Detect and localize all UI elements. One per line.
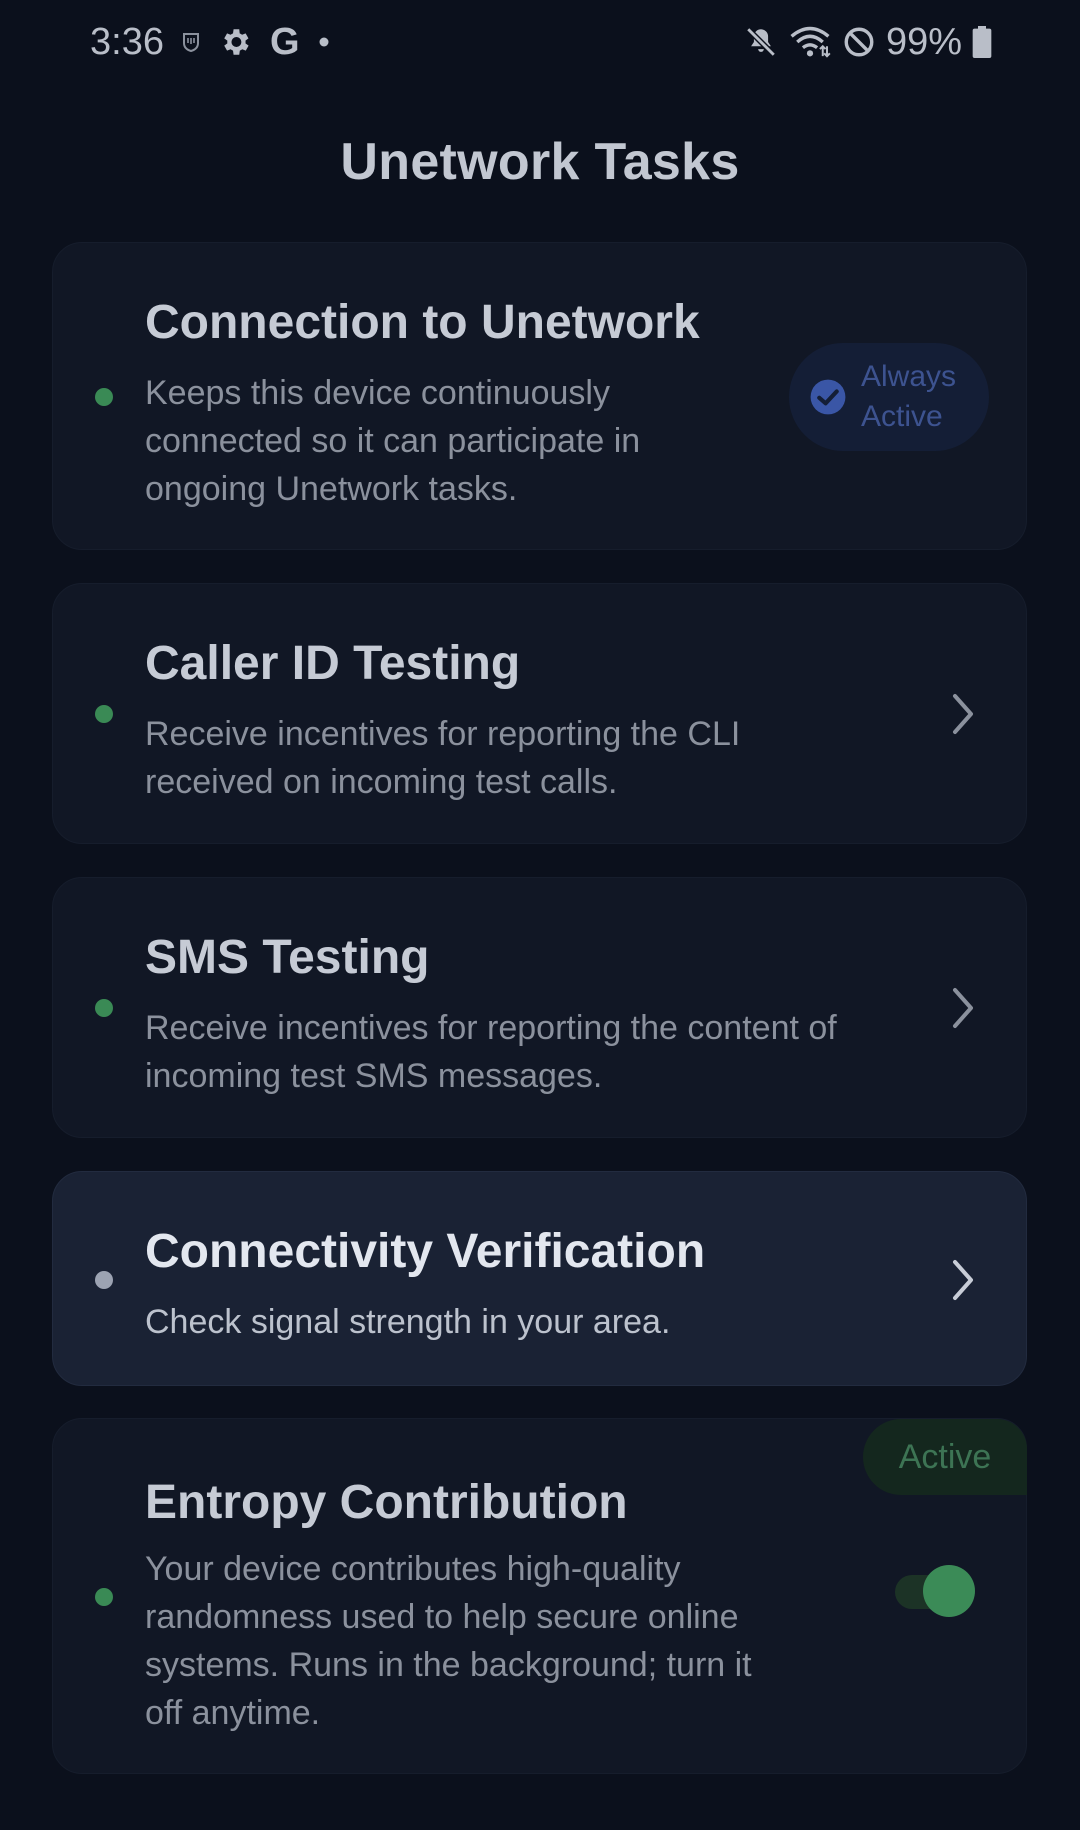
status-dot — [95, 1271, 113, 1289]
google-g-icon: G — [269, 20, 300, 63]
do-not-disturb-icon — [842, 25, 876, 59]
status-dot — [95, 999, 113, 1017]
status-dot — [95, 705, 113, 723]
task-title: Connectivity Verification — [145, 1225, 706, 1278]
task-title: Entropy Contribution — [145, 1476, 628, 1529]
task-description: Receive incentives for reporting the con… — [145, 1009, 837, 1095]
always-active-badge: Always Active — [789, 343, 989, 451]
status-bar: 3:36 G 99% — [0, 0, 1080, 84]
task-description: Keeps this device continuously connected… — [145, 374, 641, 508]
task-description: Your device contributes high-quality ran… — [145, 1550, 752, 1732]
check-circle-icon — [809, 378, 847, 416]
status-dot — [95, 1588, 113, 1606]
active-status-label: Active — [863, 1419, 1027, 1495]
chevron-right-icon[interactable] — [948, 985, 978, 1031]
task-description: Receive incentives for reporting the CLI… — [145, 715, 741, 801]
task-title: Connection to Unetwork — [145, 296, 700, 349]
task-card-caller-id[interactable]: Caller ID Testing Receive incentives for… — [52, 583, 1027, 844]
shield-icon — [182, 32, 200, 52]
task-title: Caller ID Testing — [145, 637, 521, 690]
badge-line-2: Active — [861, 400, 943, 433]
badge-text: Always Active — [861, 357, 956, 437]
chevron-right-icon[interactable] — [948, 691, 978, 737]
battery-icon — [972, 26, 992, 58]
status-time: 3:36 — [90, 20, 164, 63]
mute-icon — [744, 25, 778, 59]
task-card-connectivity[interactable]: Connectivity Verification Check signal s… — [52, 1171, 1027, 1386]
task-card-entropy: Active Entropy Contribution Your device … — [52, 1418, 1027, 1774]
badge-line-1: Always — [861, 360, 957, 393]
status-dot — [95, 388, 113, 406]
task-card-sms[interactable]: SMS Testing Receive incentives for repor… — [52, 877, 1027, 1138]
task-card-connection: Connection to Unetwork Keeps this device… — [52, 242, 1027, 550]
entropy-toggle[interactable] — [895, 1565, 975, 1617]
gear-icon — [218, 25, 252, 59]
chevron-right-icon[interactable] — [948, 1257, 978, 1303]
toggle-knob — [923, 1565, 975, 1617]
battery-percent: 99% — [885, 20, 962, 63]
dot-icon — [318, 36, 330, 48]
task-title: SMS Testing — [145, 931, 430, 984]
page-title: Unetwork Tasks — [340, 133, 740, 191]
wifi-icon — [788, 25, 832, 59]
task-description: Check signal strength in your area. — [145, 1303, 671, 1341]
